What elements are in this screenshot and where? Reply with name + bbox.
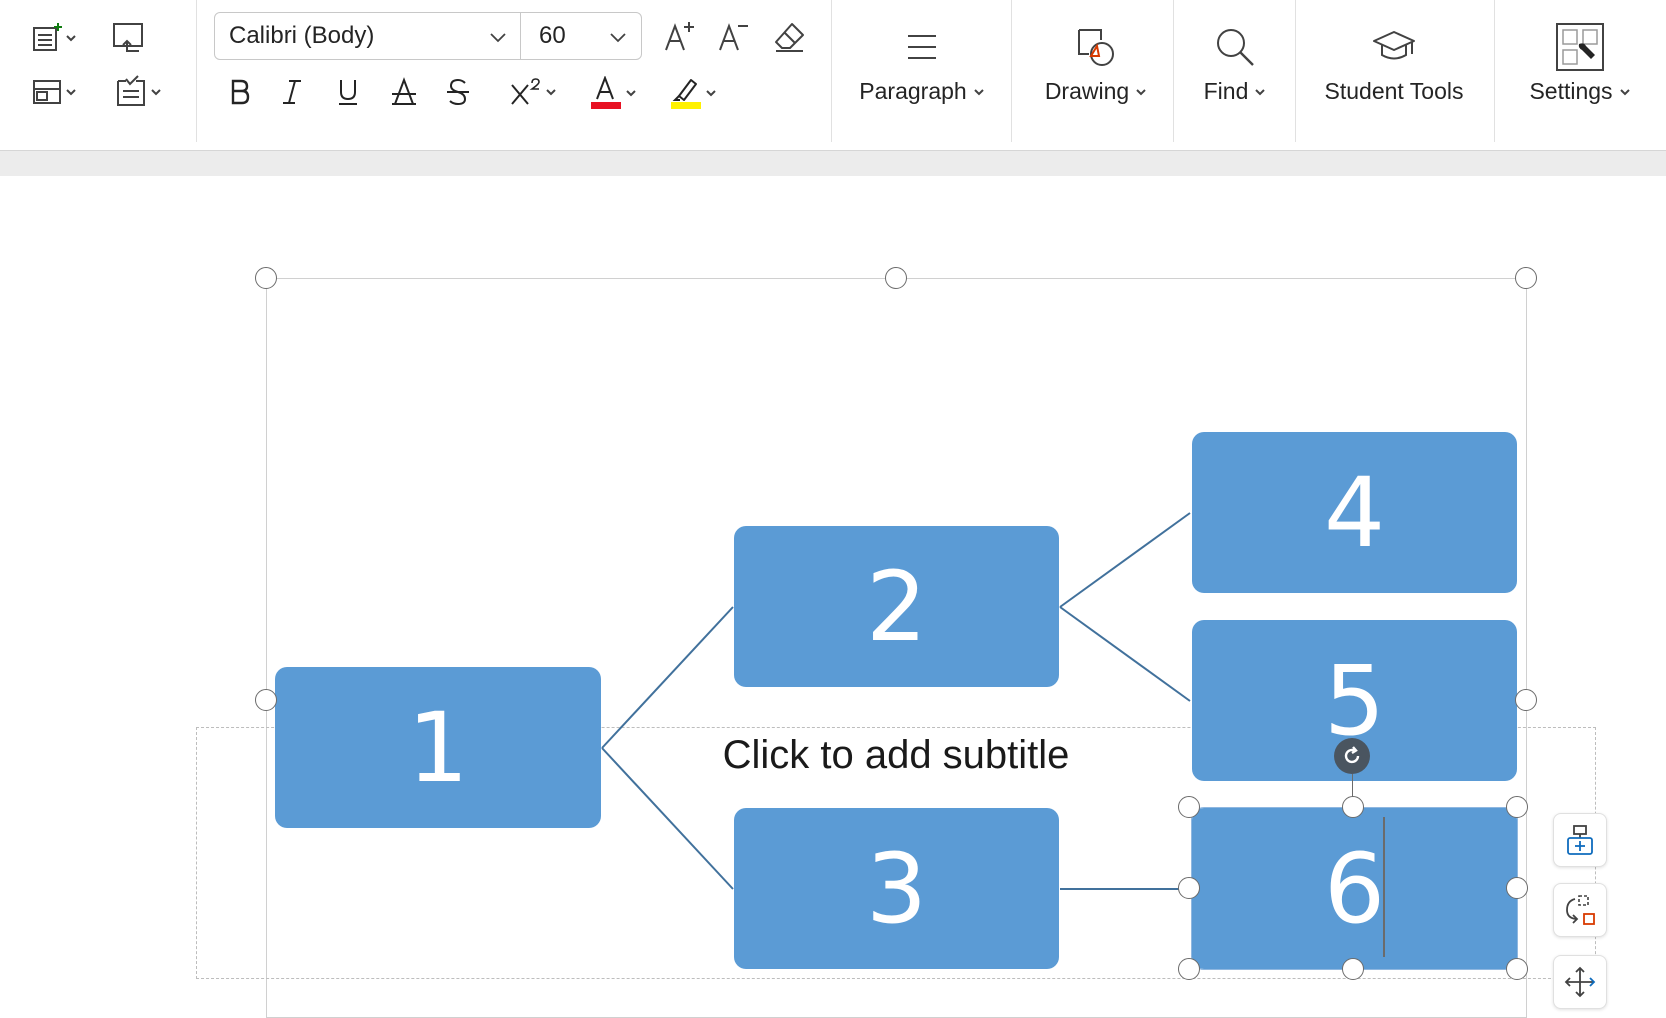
frame-resize-handle[interactable] — [885, 267, 907, 289]
frame-resize-handle[interactable] — [255, 689, 277, 711]
shape-resize-handle[interactable] — [1178, 877, 1200, 899]
shape-resize-handle[interactable] — [1506, 877, 1528, 899]
add-shape-button[interactable] — [1553, 813, 1607, 867]
shape-resize-handle[interactable] — [1342, 796, 1364, 818]
smartart-node-4[interactable]: 4 — [1192, 432, 1517, 593]
rotate-icon — [1344, 746, 1360, 764]
frame-resize-handle[interactable] — [1515, 267, 1537, 289]
rotate-handle-stem — [1352, 774, 1353, 798]
move-shape-button[interactable] — [1553, 955, 1607, 1009]
frame-resize-handle[interactable] — [1515, 689, 1537, 711]
change-layout-icon — [1566, 895, 1595, 925]
text-caret — [1383, 817, 1385, 957]
shape-resize-handle[interactable] — [1506, 958, 1528, 980]
shape-resize-handle[interactable] — [1506, 796, 1528, 818]
smartart-node-3[interactable]: 3 — [734, 808, 1059, 969]
connector-1-3 — [601, 747, 734, 890]
frame-resize-handle[interactable] — [255, 267, 277, 289]
shape-resize-handle[interactable] — [1178, 796, 1200, 818]
connector-1-2 — [601, 606, 734, 749]
add-shape-icon — [1567, 825, 1593, 855]
rotate-handle[interactable] — [1334, 738, 1370, 774]
connector-2-4 — [1059, 512, 1191, 608]
move-icon — [1564, 966, 1596, 998]
change-layout-button[interactable] — [1553, 883, 1607, 937]
shape-resize-handle[interactable] — [1342, 958, 1364, 980]
smartart-node-6[interactable]: 6 — [1191, 807, 1518, 970]
smartart-node-2[interactable]: 2 — [734, 526, 1059, 687]
shape-resize-handle[interactable] — [1178, 958, 1200, 980]
connector-2-5 — [1059, 606, 1191, 702]
smartart-node-1[interactable]: 1 — [275, 667, 601, 828]
